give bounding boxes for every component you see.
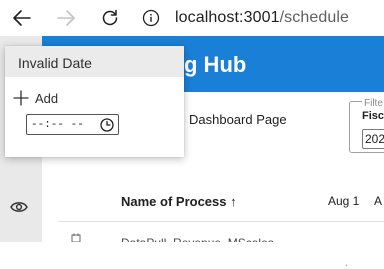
forward-button[interactable]: [51, 4, 81, 32]
back-arrow-icon: [13, 10, 31, 26]
column-header-aug-1[interactable]: Aug 1: [328, 194, 359, 208]
address-bar[interactable]: localhost:3001/schedule: [141, 2, 384, 34]
forward-arrow-icon: [57, 10, 75, 26]
table-header: Name of Process ↑ Aug 1 A: [58, 180, 384, 222]
popup-header: Invalid Date: [5, 46, 184, 77]
url-text: localhost:3001/schedule: [175, 9, 349, 27]
column-header-aug-2[interactable]: A: [374, 194, 382, 208]
time-input-value: --:-- --: [31, 118, 84, 131]
info-icon[interactable]: [141, 8, 161, 28]
browser-toolbar: localhost:3001/schedule: [0, 0, 384, 36]
page-bottom: [0, 242, 384, 269]
page-label: Dashboard Page: [189, 112, 287, 127]
refresh-button[interactable]: [95, 4, 125, 32]
time-input[interactable]: --:-- --: [26, 114, 119, 135]
add-time-button[interactable]: Add: [13, 88, 58, 108]
clock-icon[interactable]: [100, 118, 114, 132]
back-button[interactable]: [7, 4, 37, 32]
url-path: /schedule: [279, 9, 349, 26]
popup-title: Invalid Date: [18, 55, 92, 71]
fiscal-year-select[interactable]: 202: [362, 129, 384, 149]
column-header-name-of-process[interactable]: Name of Process ↑: [121, 194, 237, 209]
fiscal-label: Fisc: [362, 110, 384, 122]
add-label: Add: [35, 90, 59, 106]
eye-icon[interactable]: [9, 197, 29, 217]
app-title: g Hub: [184, 52, 247, 77]
refresh-icon: [102, 9, 118, 26]
plus-icon: [13, 90, 29, 106]
filter-legend: Filte: [362, 98, 384, 109]
browser-window: localhost:3001/schedule g Hub Dashboard …: [0, 0, 384, 269]
schedule-popup: Invalid Date Add --:-- --: [5, 46, 184, 157]
url-host: localhost:3001: [175, 9, 280, 26]
cursor-mark: ˊ: [345, 264, 348, 269]
